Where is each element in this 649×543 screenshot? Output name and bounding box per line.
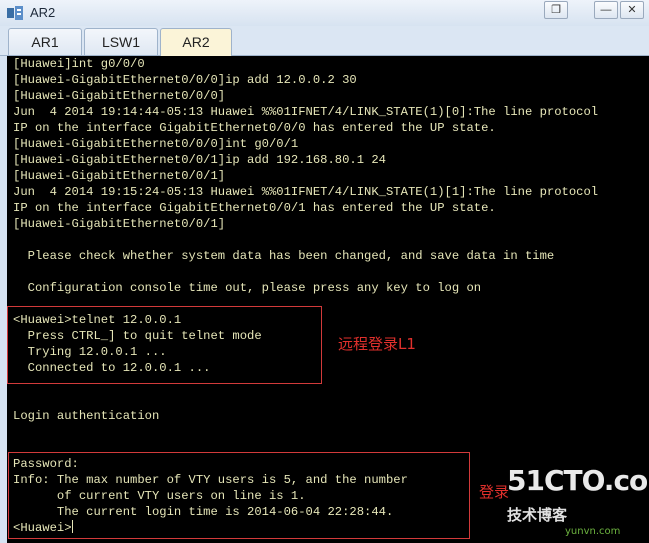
restore-icon: ❐ (551, 4, 561, 16)
minimize-icon: — (600, 4, 612, 16)
window-title: AR2 (30, 5, 56, 20)
remote-login-annotation: 远程登录L1 (338, 335, 416, 353)
terminal-line: Jun 4 2014 19:14:44-05:13 Huawei %%01IFN… (13, 105, 599, 119)
terminal-line: Configuration console time out, please p… (13, 281, 482, 295)
terminal-line: [Huawei-GigabitEthernet0/0/1]ip add 192.… (13, 153, 386, 167)
terminal-line: Please check whether system data has bee… (13, 249, 555, 263)
terminal-line: IP on the interface GigabitEthernet0/0/0… (13, 121, 496, 135)
minimize-button[interactable]: — (594, 1, 618, 19)
tab-ar2[interactable]: AR2 (160, 28, 232, 57)
terminal-line: [Huawei-GigabitEthernet0/0/0] (13, 89, 226, 103)
terminal-line: Login authentication (13, 409, 160, 423)
terminal-line: [Huawei-GigabitEthernet0/0/1] (13, 169, 226, 183)
login-highlight-box (8, 452, 470, 539)
terminal-line: [Huawei]int g0/0/0 (13, 57, 145, 71)
watermark-logo: 51CTO.com 技术博客 yunvn.com (495, 462, 649, 540)
watermark-tagline: 技术博客 (507, 506, 568, 524)
terminal-line: IP on the interface GigabitEthernet0/0/1… (13, 201, 496, 215)
tab-lsw1[interactable]: LSW1 (84, 28, 158, 55)
close-button[interactable]: ✕ (620, 1, 644, 19)
window-titlebar: AR2 ❐ — ✕ (0, 0, 649, 27)
router-app-icon (7, 6, 23, 20)
terminal-line: [Huawei-GigabitEthernet0/0/1] (13, 217, 226, 231)
terminal-line: [Huawei-GigabitEthernet0/0/0]int g0/0/1 (13, 137, 299, 151)
terminal-line: [Huawei-GigabitEthernet0/0/0]ip add 12.0… (13, 73, 357, 87)
watermark-brand: 51CTO.com (507, 464, 649, 497)
restore-button[interactable]: ❐ (544, 1, 568, 19)
terminal-line: Jun 4 2014 19:15:24-05:13 Huawei %%01IFN… (13, 185, 599, 199)
watermark-url: yunvn.com (565, 526, 621, 537)
tab-ar1[interactable]: AR1 (8, 28, 82, 55)
close-icon: ✕ (627, 4, 637, 16)
device-tab-bar: AR1 LSW1 AR2 (0, 26, 649, 57)
telnet-highlight-box (7, 306, 322, 384)
